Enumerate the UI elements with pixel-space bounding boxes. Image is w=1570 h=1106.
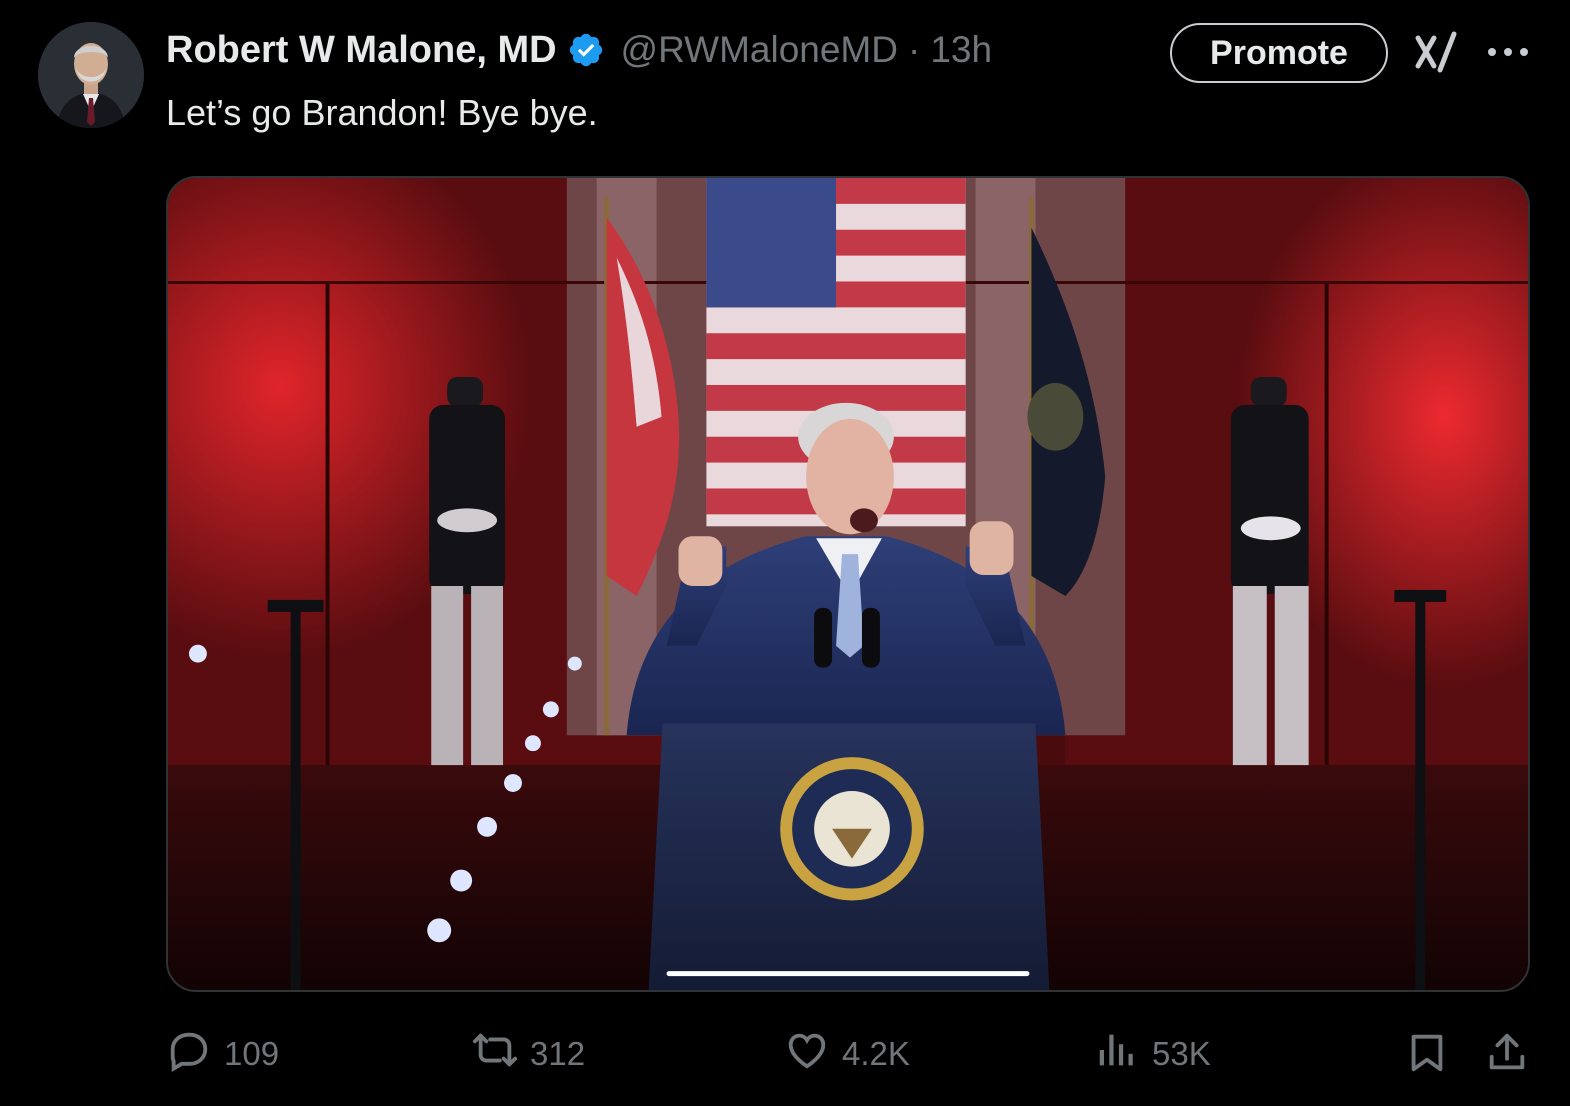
promote-button[interactable]: Promote bbox=[1170, 23, 1388, 83]
heart-icon bbox=[784, 1027, 830, 1081]
avatar[interactable] bbox=[38, 22, 144, 128]
bookmark-icon bbox=[1404, 1034, 1450, 1080]
tweet-actions: 109 312 4.2K 53K bbox=[0, 1022, 1570, 1086]
tweet-media-image[interactable] bbox=[166, 176, 1530, 992]
author-name[interactable]: Robert W Malone, MD bbox=[166, 29, 557, 72]
reply-count: 109 bbox=[224, 1035, 280, 1072]
like-count: 4.2K bbox=[842, 1035, 910, 1072]
more-icon[interactable] bbox=[1486, 42, 1530, 62]
share-icon bbox=[1484, 1033, 1530, 1080]
bookmark-button[interactable] bbox=[1404, 1030, 1450, 1081]
tweet-text: Let’s go Brandon! Bye bye. bbox=[166, 92, 598, 133]
grok-icon[interactable] bbox=[1412, 28, 1460, 76]
timestamp[interactable]: 13h bbox=[930, 29, 992, 71]
repost-count: 312 bbox=[530, 1035, 586, 1072]
views-count: 53K bbox=[1152, 1035, 1211, 1072]
reply-button[interactable]: 109 bbox=[166, 1022, 279, 1086]
verified-badge-icon bbox=[567, 31, 605, 69]
separator-dot: · bbox=[907, 29, 921, 70]
share-button[interactable] bbox=[1484, 1030, 1530, 1081]
repost-button[interactable]: 312 bbox=[472, 1022, 585, 1086]
author-handle[interactable]: @RWMaloneMD bbox=[621, 29, 898, 71]
views-button[interactable]: 53K bbox=[1094, 1022, 1211, 1086]
reply-icon bbox=[166, 1027, 212, 1081]
views-icon bbox=[1094, 1027, 1140, 1081]
repost-icon bbox=[472, 1027, 518, 1081]
like-button[interactable]: 4.2K bbox=[784, 1022, 910, 1086]
tweet-header: Robert W Malone, MD @RWMaloneMD · 13h bbox=[166, 22, 992, 78]
